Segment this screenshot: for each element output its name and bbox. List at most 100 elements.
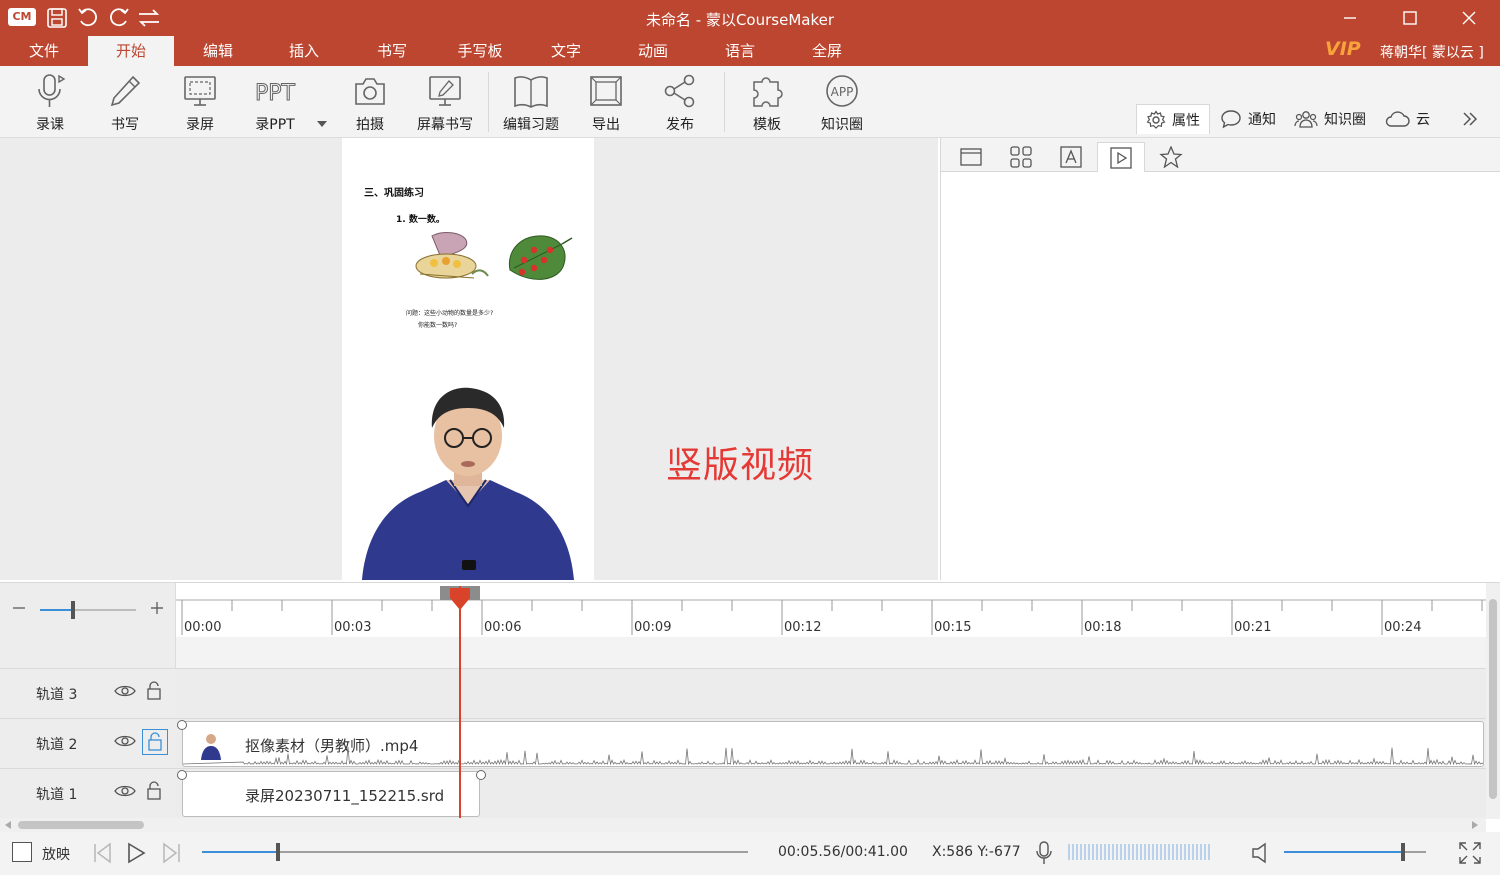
playback-bar: 放映 00:05.56/00:41.00 X:586 Y:-677 [0,832,1500,875]
knowledge-circle-button[interactable]: APP 知识圈 [812,66,872,138]
record-ppt-dropdown[interactable] [314,114,330,134]
zoom-slider-fill [40,609,73,611]
play-mode-checkbox[interactable] [12,842,32,862]
clip-screen-recording[interactable]: 录屏20230711_152215.srd [182,771,480,817]
track-1-visibility-icon[interactable] [114,783,136,803]
menu-handwriting-board[interactable]: 手写板 [448,36,512,66]
track-1-lane[interactable]: 录屏20230711_152215.srd [176,768,1486,818]
nest-illustration [415,232,489,279]
edit-quiz-button[interactable]: 编辑习题 [496,66,566,138]
ppt-icon: PPT [255,81,297,107]
tab-play[interactable] [1097,142,1145,172]
menu-insert[interactable]: 插入 [274,36,334,66]
track-2-lock-icon[interactable] [142,729,168,755]
track-3-lane[interactable] [176,668,1486,718]
zoom-slider-thumb[interactable] [70,601,75,619]
tab-cloud[interactable]: 云 [1384,104,1430,134]
record-ppt-button[interactable]: PPT 录PPT [244,66,306,138]
text-box-icon [1060,146,1082,168]
progress-thumb[interactable] [276,843,281,861]
track-1-header: 轨道 1 [0,768,176,818]
presenter-video[interactable] [358,384,578,580]
playback-progress-slider[interactable] [202,843,748,861]
tab-notify[interactable]: 通知 [1220,104,1276,134]
timeline-zoom-slider[interactable] [40,601,136,619]
scroll-right-icon[interactable] [1470,820,1480,830]
menu-text[interactable]: 文字 [536,36,596,66]
volume-slider[interactable] [1284,843,1426,861]
ruler-tick-label: 00:21 [1234,620,1271,635]
mic-level-meter [1068,844,1212,860]
close-button[interactable] [1449,4,1489,32]
tab-knowledge-circle[interactable]: 知识圈 [1294,104,1366,134]
export-button[interactable]: 导出 [576,66,636,138]
track-3-lock-icon[interactable] [146,681,162,705]
clip-start-handle[interactable] [177,770,187,780]
speaker-icon[interactable] [1250,841,1272,865]
clip-end-handle[interactable] [476,770,486,780]
ribbon-separator [724,72,725,132]
editing-canvas[interactable]: 三、巩固练习 1. 数一数。 问题：这些小动物的数量是多少? 你能数一数吗? 竖… [0,138,938,580]
menu-fullscreen[interactable]: 全屏 [797,36,857,66]
time-ruler[interactable]: 00:00 00:03 00:06 00:09 00:12 00:15 00:18 00:21… [176,583,1486,637]
menu-language[interactable]: 语言 [710,36,770,66]
window-icon [960,148,982,166]
expand-panel-button[interactable] [1460,104,1486,134]
track-2-visibility-icon[interactable] [114,733,136,753]
minimize-button[interactable] [1330,4,1370,32]
track-3-visibility-icon[interactable] [114,683,136,703]
tab-effects[interactable] [1147,142,1195,172]
slide-page[interactable]: 三、巩固练习 1. 数一数。 问题：这些小动物的数量是多少? 你能数一数吗? [342,138,594,580]
write-button[interactable]: 书写 [95,66,155,138]
app-icon-text: APP [831,85,854,99]
play-icon[interactable] [124,841,148,865]
grid-icon [1010,146,1032,168]
maximize-button[interactable] [1390,4,1430,32]
plus-icon [151,602,163,614]
template-button[interactable]: 模板 [737,66,797,138]
timeline-horizontal-scrollbar[interactable] [0,818,1486,832]
tab-page-layout[interactable] [947,142,995,172]
tab-text[interactable] [1047,142,1095,172]
track-1-lock-icon[interactable] [146,781,162,805]
ruler-tick-label: 00:09 [634,620,671,635]
tab-notify-label: 通知 [1248,112,1276,128]
menu-start[interactable]: 开始 [88,36,174,66]
fullscreen-icon[interactable] [1458,841,1482,865]
caret-down-icon [317,121,327,127]
scroll-left-icon[interactable] [3,820,13,830]
menu-write[interactable]: 书写 [362,36,422,66]
volume-thumb[interactable] [1401,843,1406,861]
record-screen-button[interactable]: 录屏 [170,66,230,138]
capture-button[interactable]: 拍摄 [340,66,400,138]
timeline-vertical-scrollbar[interactable] [1486,583,1500,819]
skip-previous-icon[interactable] [90,841,114,865]
menu-file[interactable]: 文件 [14,36,74,66]
track-1-label: 轨道 1 [36,787,78,803]
audio-waveform [183,746,1483,766]
vip-badge[interactable]: VIP [1325,38,1361,60]
publish-button[interactable]: 发布 [650,66,710,138]
title-bar: CM 未命名 - 蒙以CourseMaker 文件 开始 编辑 插入 书写 手写… [0,0,1500,66]
skip-next-icon[interactable] [160,841,184,865]
vertical-scroll-thumb[interactable] [1489,599,1497,799]
microphone-icon[interactable] [1034,840,1054,866]
menu-bar: 文件 开始 编辑 插入 书写 手写板 文字 动画 语言 全屏 [0,36,1500,66]
screen-write-button[interactable]: 屏幕书写 [410,66,480,138]
track-2-lane[interactable]: 抠像素材（男教师）.mp4 [176,718,1486,768]
tab-properties[interactable]: 属性 [1136,104,1210,134]
tab-grid[interactable] [997,142,1045,172]
horizontal-scroll-thumb[interactable] [18,821,144,829]
menu-animation[interactable]: 动画 [623,36,683,66]
user-name[interactable]: 蒋朝华[ 蒙以云 ] [1380,42,1484,62]
chat-bubble-icon [1221,110,1241,129]
zoom-in-button[interactable] [148,599,166,617]
record-course-button[interactable]: 录课 [20,66,80,138]
clip-start-handle[interactable] [177,720,187,730]
menu-edit[interactable]: 编辑 [188,36,248,66]
volume-fill [1284,851,1404,853]
export-label: 导出 [592,117,620,133]
group-icon [1294,111,1318,128]
clip-presenter-video[interactable]: 抠像素材（男教师）.mp4 [182,721,1484,767]
zoom-out-button[interactable] [10,599,28,617]
